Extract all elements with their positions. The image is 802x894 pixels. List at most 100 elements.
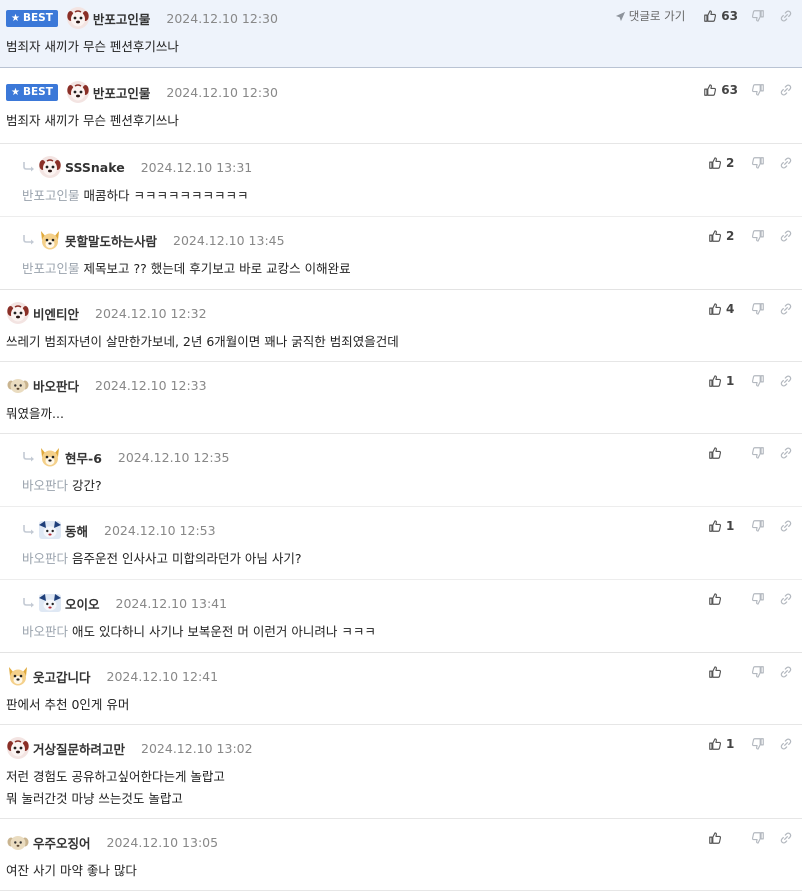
- downvote-button[interactable]: [750, 736, 766, 752]
- comment-text: 여잔 사기 마약 좋나 많다: [6, 863, 137, 878]
- downvote-button[interactable]: [750, 591, 766, 607]
- nickname[interactable]: 현무-6: [65, 448, 102, 467]
- upvote-button[interactable]: 1: [708, 519, 738, 533]
- mention-nickname[interactable]: 반포고인물: [22, 261, 80, 276]
- share-link-button[interactable]: [778, 82, 794, 98]
- share-link-button[interactable]: [778, 736, 794, 752]
- comment-text: 판에서 추천 0인게 유머: [6, 697, 130, 712]
- mention-nickname[interactable]: 바오판다: [22, 624, 68, 639]
- upvote-button[interactable]: 1: [708, 374, 738, 388]
- thumbs-down-icon: [751, 737, 765, 751]
- downvote-button[interactable]: [750, 82, 766, 98]
- thumbs-up-icon: [708, 519, 722, 533]
- downvote-button[interactable]: [750, 155, 766, 171]
- nickname[interactable]: 못할말도하는사람: [65, 231, 157, 250]
- mention-nickname[interactable]: 바오판다: [22, 551, 68, 566]
- nickname[interactable]: 반포고인물: [93, 9, 151, 28]
- nickname[interactable]: 웃고갑니다: [33, 667, 91, 686]
- share-link-button[interactable]: [778, 591, 794, 607]
- downvote-button[interactable]: [750, 301, 766, 317]
- comment-actions: [708, 445, 794, 461]
- upvote-button[interactable]: [708, 446, 738, 460]
- avatar: [6, 830, 30, 854]
- best-badge: ★ BEST: [6, 83, 58, 101]
- reply-arrow-icon: [22, 597, 36, 609]
- downvote-button[interactable]: [750, 445, 766, 461]
- thumbs-up-icon: [708, 302, 722, 316]
- comment-date: 2024.12.10 13:02: [141, 740, 253, 756]
- link-icon: [779, 831, 793, 845]
- thumbs-up-icon: [708, 665, 722, 679]
- thumbs-up-icon: [708, 592, 722, 606]
- upvote-button[interactable]: 2: [708, 156, 738, 170]
- comment-text-content: 제목보고 ?? 했는데 후기보고 바로 교캉스 이해완료: [83, 261, 351, 276]
- comment-text: 범죄자 새끼가 무슨 펜션후기쓰나: [6, 113, 179, 128]
- share-link-button[interactable]: [778, 518, 794, 534]
- share-link-button[interactable]: [778, 228, 794, 244]
- link-icon: [779, 156, 793, 170]
- upvote-button[interactable]: [708, 592, 738, 606]
- comment-text: 저런 경험도 공유하고싶어한다는게 놀랍고 뭐 눌러간것 마냥 쓰는것도 놀랍고: [6, 769, 225, 806]
- downvote-button[interactable]: [750, 830, 766, 846]
- upvote-count: 63: [721, 83, 738, 97]
- link-icon: [779, 665, 793, 679]
- thumbs-down-icon: [751, 446, 765, 460]
- downvote-button[interactable]: [750, 8, 766, 24]
- comment-date: 2024.12.10 12:30: [166, 84, 278, 100]
- thumbs-down-icon: [751, 229, 765, 243]
- reply-comment: 동해 2024.12.10 12:53 1 바오판다 음주운전 인사사고 미합의라…: [0, 507, 802, 580]
- nickname[interactable]: SSSnake: [65, 160, 125, 175]
- upvote-button[interactable]: [708, 665, 738, 679]
- go-to-reply-link[interactable]: 댓글로 가기: [615, 8, 686, 24]
- link-icon: [779, 374, 793, 388]
- upvote-button[interactable]: [708, 831, 738, 845]
- share-link-button[interactable]: [778, 8, 794, 24]
- nickname[interactable]: 바오판다: [33, 376, 79, 395]
- link-icon: [779, 9, 793, 23]
- reply-comment: 못할말도하는사람 2024.12.10 13:45 2 반포고인물 제목보고 ??…: [0, 217, 802, 290]
- comment-header: ★ BEST 반포고인물 2024.12.10 12:30: [6, 80, 794, 104]
- share-link-button[interactable]: [778, 445, 794, 461]
- comment-text: 쓰레기 범죄자년이 살만한가보네, 2년 6개월이면 꽤나 굵직한 범죄였을건데: [6, 334, 399, 349]
- upvote-button[interactable]: 2: [708, 229, 738, 243]
- thumbs-up-icon: [708, 446, 722, 460]
- nickname[interactable]: 반포고인물: [93, 83, 151, 102]
- reply-comment: SSSnake 2024.12.10 13:31 2 반포고인물 매콤하다 ㅋㅋㅋ…: [0, 144, 802, 217]
- share-link-button[interactable]: [778, 155, 794, 171]
- nickname[interactable]: 우주오징어: [33, 833, 91, 852]
- comment: 비엔티안 2024.12.10 12:32 4 쓰레기 범죄자년이 살만한가보네…: [0, 290, 802, 362]
- link-icon: [779, 519, 793, 533]
- share-link-button[interactable]: [778, 830, 794, 846]
- share-link-button[interactable]: [778, 301, 794, 317]
- upvote-button[interactable]: 63: [703, 83, 738, 97]
- nickname[interactable]: 거상질문하려고만: [33, 739, 125, 758]
- mention-nickname[interactable]: 바오판다: [22, 478, 68, 493]
- upvote-button[interactable]: 4: [708, 302, 738, 316]
- comment-text-content: 강간?: [72, 478, 102, 493]
- mention-nickname[interactable]: 반포고인물: [22, 188, 80, 203]
- go-to-reply-label: 댓글로 가기: [628, 9, 686, 23]
- avatar: [6, 664, 30, 688]
- upvote-button[interactable]: 63: [703, 9, 738, 23]
- nickname[interactable]: 동해: [65, 521, 88, 540]
- share-link-button[interactable]: [778, 664, 794, 680]
- nickname[interactable]: 비엔티안: [33, 304, 79, 323]
- share-link-button[interactable]: [778, 373, 794, 389]
- avatar: [66, 6, 90, 30]
- downvote-button[interactable]: [750, 664, 766, 680]
- comment-actions: 댓글로 가기 63: [615, 8, 794, 24]
- reply-comment: 현무-6 2024.12.10 12:35 바오판다 강간?: [0, 434, 802, 507]
- comment-date: 2024.12.10 12:33: [95, 377, 207, 393]
- downvote-button[interactable]: [750, 228, 766, 244]
- star-icon: ★: [11, 12, 20, 24]
- avatar: [38, 591, 62, 615]
- comment-text: 바오판다 음주운전 인사사고 미합의라던가 아님 사기?: [22, 548, 794, 570]
- thumbs-down-icon: [751, 831, 765, 845]
- downvote-button[interactable]: [750, 518, 766, 534]
- nickname[interactable]: 오이오: [65, 594, 100, 613]
- upvote-button[interactable]: 1: [708, 737, 738, 751]
- comment-actions: 1: [708, 736, 794, 752]
- downvote-button[interactable]: [750, 373, 766, 389]
- comment-header: 비엔티안 2024.12.10 12:32: [6, 301, 794, 325]
- thumbs-up-icon: [703, 9, 717, 23]
